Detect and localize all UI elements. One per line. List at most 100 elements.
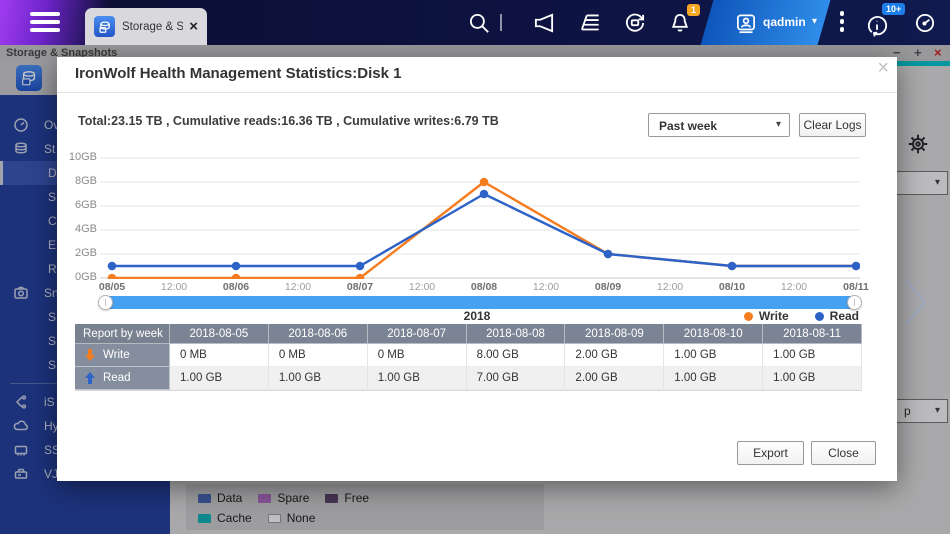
legend-item-read: Read	[815, 309, 859, 323]
x-axis-label: 08/05	[99, 281, 125, 293]
table-date-header: 2018-08-11	[763, 324, 862, 344]
table-date-header: 2018-08-10	[664, 324, 763, 344]
close-button[interactable]: Close	[811, 441, 876, 465]
scrollbar-right-handle[interactable]	[847, 295, 862, 310]
search-icon[interactable]	[466, 10, 492, 36]
data-point-write	[108, 274, 117, 279]
table-cell: 0 MB	[269, 344, 368, 367]
y-axis-label: 8GB	[65, 175, 97, 187]
chart-scrollbar-track[interactable]	[100, 296, 860, 309]
legend-dot-icon	[744, 312, 753, 321]
table-cell: 8.00 GB	[467, 344, 566, 367]
data-point-read	[480, 190, 489, 199]
table-row-label-read: Read	[75, 367, 170, 390]
ironwolf-statistics-dialog: IronWolf Health Management Statistics:Di…	[57, 57, 897, 481]
arrow-up-icon	[85, 372, 95, 384]
y-axis-label: 4GB	[65, 223, 97, 235]
legend-label: Read	[830, 309, 859, 323]
table-cell: 1.00 GB	[664, 344, 763, 367]
legend-dot-icon	[815, 312, 824, 321]
dialog-close-icon[interactable]: ×	[877, 57, 889, 80]
table-date-header: 2018-08-07	[368, 324, 467, 344]
data-point-read	[232, 262, 241, 271]
x-axis-label: 08/07	[347, 281, 373, 293]
sync-status-icon[interactable]	[622, 10, 648, 36]
data-point-read	[356, 262, 365, 271]
table-cell: 1.00 GB	[763, 367, 862, 390]
data-point-read	[852, 262, 860, 271]
topbar-divider	[500, 14, 502, 31]
statistics-summary: Total:23.15 TB , Cumulative reads:16.36 …	[78, 114, 499, 128]
table-cell: 1.00 GB	[368, 367, 467, 390]
x-axis-labels: 08/05 12:00 08/06 12:00 08/07 12:00 08/08 12:00…	[100, 281, 860, 295]
period-selected-value: Past week	[659, 119, 717, 133]
megaphone-icon[interactable]	[531, 10, 557, 36]
legend-item-write: Write	[744, 309, 789, 323]
user-avatar-icon[interactable]	[733, 10, 759, 36]
desktop: OvStDSCERSnSSSiSHySSVJ ▾ p ▾ DataSpareFr…	[0, 0, 950, 534]
dialog-separator	[57, 92, 897, 93]
table-cell: 2.00 GB	[565, 344, 664, 367]
more-options-icon[interactable]	[838, 11, 846, 35]
dashboard-gauge-icon[interactable]	[912, 10, 938, 36]
data-point-read	[604, 250, 613, 259]
line-chart	[100, 152, 860, 279]
scrollbar-left-handle[interactable]	[98, 295, 113, 310]
user-caret-icon: ▾	[812, 16, 817, 27]
x-axis-label: 08/10	[719, 281, 745, 293]
table-date-header: 2018-08-09	[565, 324, 664, 344]
table-date-header: 2018-08-06	[269, 324, 368, 344]
export-button[interactable]: Export	[737, 441, 804, 465]
x-axis-label: 12:00	[781, 281, 807, 293]
table-cell: 7.00 GB	[467, 367, 566, 390]
legend-label: Write	[759, 309, 789, 323]
table-cell: 1.00 GB	[664, 367, 763, 390]
table-date-header: 2018-08-05	[170, 324, 269, 344]
y-axis-label: 10GB	[65, 151, 97, 163]
table-cell: 1.00 GB	[170, 367, 269, 390]
resource-badge: 10+	[882, 3, 905, 15]
x-axis-label: 12:00	[533, 281, 559, 293]
table-cell: 0 MB	[368, 344, 467, 367]
row-label-text: Read	[103, 367, 131, 390]
y-axis-label: 0GB	[65, 271, 97, 283]
x-axis-label: 08/11	[843, 281, 869, 293]
y-axis-label: 2GB	[65, 247, 97, 259]
table-cell: 2.00 GB	[565, 367, 664, 390]
data-point-read	[728, 262, 737, 271]
storage-app-icon	[94, 16, 115, 37]
x-axis-label: 12:00	[285, 281, 311, 293]
main-menu-icon[interactable]	[30, 12, 60, 33]
table-cell: 1.00 GB	[763, 344, 862, 367]
chart-legend: Write Read	[718, 309, 859, 323]
y-axis-label: 6GB	[65, 199, 97, 211]
data-point-read	[108, 262, 117, 271]
table-cell: 0 MB	[170, 344, 269, 367]
tab-label: Storage & S...	[122, 21, 183, 33]
data-point-write	[480, 178, 489, 187]
user-name[interactable]: qadmin	[763, 15, 806, 29]
weekly-report-table: Report by week2018-08-052018-08-062018-0…	[75, 324, 862, 391]
table-row-label-write: Write	[75, 344, 170, 367]
x-axis-label: 12:00	[657, 281, 683, 293]
tab-storage-snapshots[interactable]: Storage & S... ×	[85, 8, 207, 45]
x-axis-label: 12:00	[161, 281, 187, 293]
data-point-write	[232, 274, 241, 279]
x-axis-label: 08/09	[595, 281, 621, 293]
x-axis-label: 08/06	[223, 281, 249, 293]
tab-close-icon[interactable]: ×	[189, 19, 198, 34]
period-select[interactable]: Past week ▾	[648, 113, 790, 137]
resource-monitor-icon[interactable]	[864, 12, 890, 38]
desktop-topbar: Storage & S... × 1 qadmin ▾	[0, 0, 950, 45]
dialog-title: IronWolf Health Management Statistics:Di…	[75, 65, 401, 82]
table-corner-header: Report by week	[75, 324, 170, 344]
table-date-header: 2018-08-08	[467, 324, 566, 344]
notification-badge: 1	[687, 4, 700, 16]
x-axis-label: 08/08	[471, 281, 497, 293]
chevron-down-icon: ▾	[776, 119, 781, 130]
background-tasks-icon[interactable]	[577, 10, 603, 36]
clear-logs-button[interactable]: Clear Logs	[799, 113, 866, 137]
row-label-text: Write	[103, 344, 130, 367]
arrow-down-icon	[85, 349, 95, 361]
table-cell: 1.00 GB	[269, 367, 368, 390]
